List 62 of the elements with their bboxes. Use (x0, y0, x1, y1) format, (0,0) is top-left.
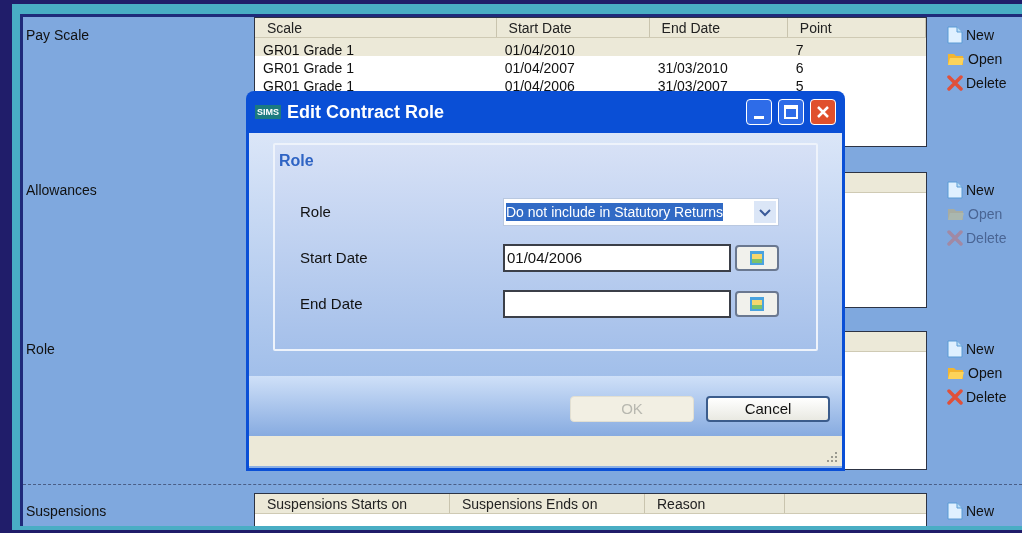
calendar-icon (748, 295, 766, 313)
close-icon (816, 105, 830, 119)
role-dropdown[interactable]: Do not include in Statutory Returns (503, 198, 779, 226)
dialog-button[interactable]: Cancel (706, 396, 830, 422)
table-cell: 6 (795, 60, 804, 76)
action-button[interactable]: Delete (947, 73, 1007, 93)
calendar-icon (748, 249, 766, 267)
table-cell: 01/04/2006 (504, 78, 575, 94)
column-header[interactable]: Suspensions Ends on (450, 494, 645, 513)
folder-icon (947, 206, 965, 222)
action-button[interactable]: Open (947, 49, 1007, 69)
action-button[interactable]: New (947, 180, 1007, 200)
document-icon (947, 502, 963, 520)
document-icon (947, 340, 963, 358)
action-button[interactable]: New (947, 25, 1007, 45)
table-cell: GR01 Grade 1 (263, 42, 355, 58)
folder-icon (947, 365, 965, 381)
field-label: Start Date (299, 247, 369, 268)
delete-icon (947, 75, 963, 91)
minimize-button[interactable] (746, 99, 772, 125)
delete-icon (947, 389, 963, 405)
chevron-down-icon (754, 201, 776, 223)
date-input[interactable]: 01/04/2006 (503, 244, 731, 272)
table-cell: GR01 Grade 1 (263, 78, 355, 94)
minimize-icon (754, 116, 764, 119)
folder-icon (947, 51, 965, 67)
section-label: Pay Scale (26, 27, 90, 43)
date-input[interactable] (503, 290, 731, 318)
calendar-button[interactable] (735, 245, 779, 271)
close-button[interactable] (810, 99, 836, 125)
app-badge: SIMS (255, 105, 281, 119)
maximize-button[interactable] (778, 99, 804, 125)
table-cell: 01/04/2010 (504, 42, 575, 58)
table-cell: GR01 Grade 1 (263, 60, 355, 76)
action-button[interactable]: Open (947, 363, 1007, 383)
delete-icon (947, 230, 963, 246)
field-label: Role (299, 201, 332, 222)
section-label: Role (26, 341, 55, 357)
table-cell: 5 (795, 78, 804, 94)
group-title: Role (279, 152, 314, 169)
section-label: Suspensions (26, 503, 107, 519)
table-cell: 01/04/2007 (504, 60, 575, 76)
column-header[interactable]: Point (787, 18, 926, 37)
window-title: Edit Contract Role (287, 100, 446, 124)
table-cell: 31/03/2010 (657, 60, 728, 76)
column-header[interactable]: Scale (255, 18, 497, 37)
column-header[interactable]: Start Date (496, 18, 650, 37)
table-cell: 7 (795, 42, 804, 58)
document-icon (947, 26, 963, 44)
table-cell: 31/03/2007 (657, 78, 728, 94)
action-button[interactable]: New (947, 501, 994, 521)
action-button[interactable]: New (947, 339, 1007, 359)
document-icon (947, 181, 963, 199)
calendar-button[interactable] (735, 291, 779, 317)
column-header[interactable]: Reason (645, 494, 785, 513)
maximize-icon (784, 105, 798, 119)
action-button[interactable]: Delete (947, 387, 1007, 407)
section-label: Allowances (26, 182, 97, 198)
resize-grip-icon (826, 451, 838, 463)
column-header[interactable]: Suspensions Starts on (255, 494, 450, 513)
column-header[interactable]: End Date (649, 18, 788, 37)
field-label: End Date (299, 293, 364, 314)
